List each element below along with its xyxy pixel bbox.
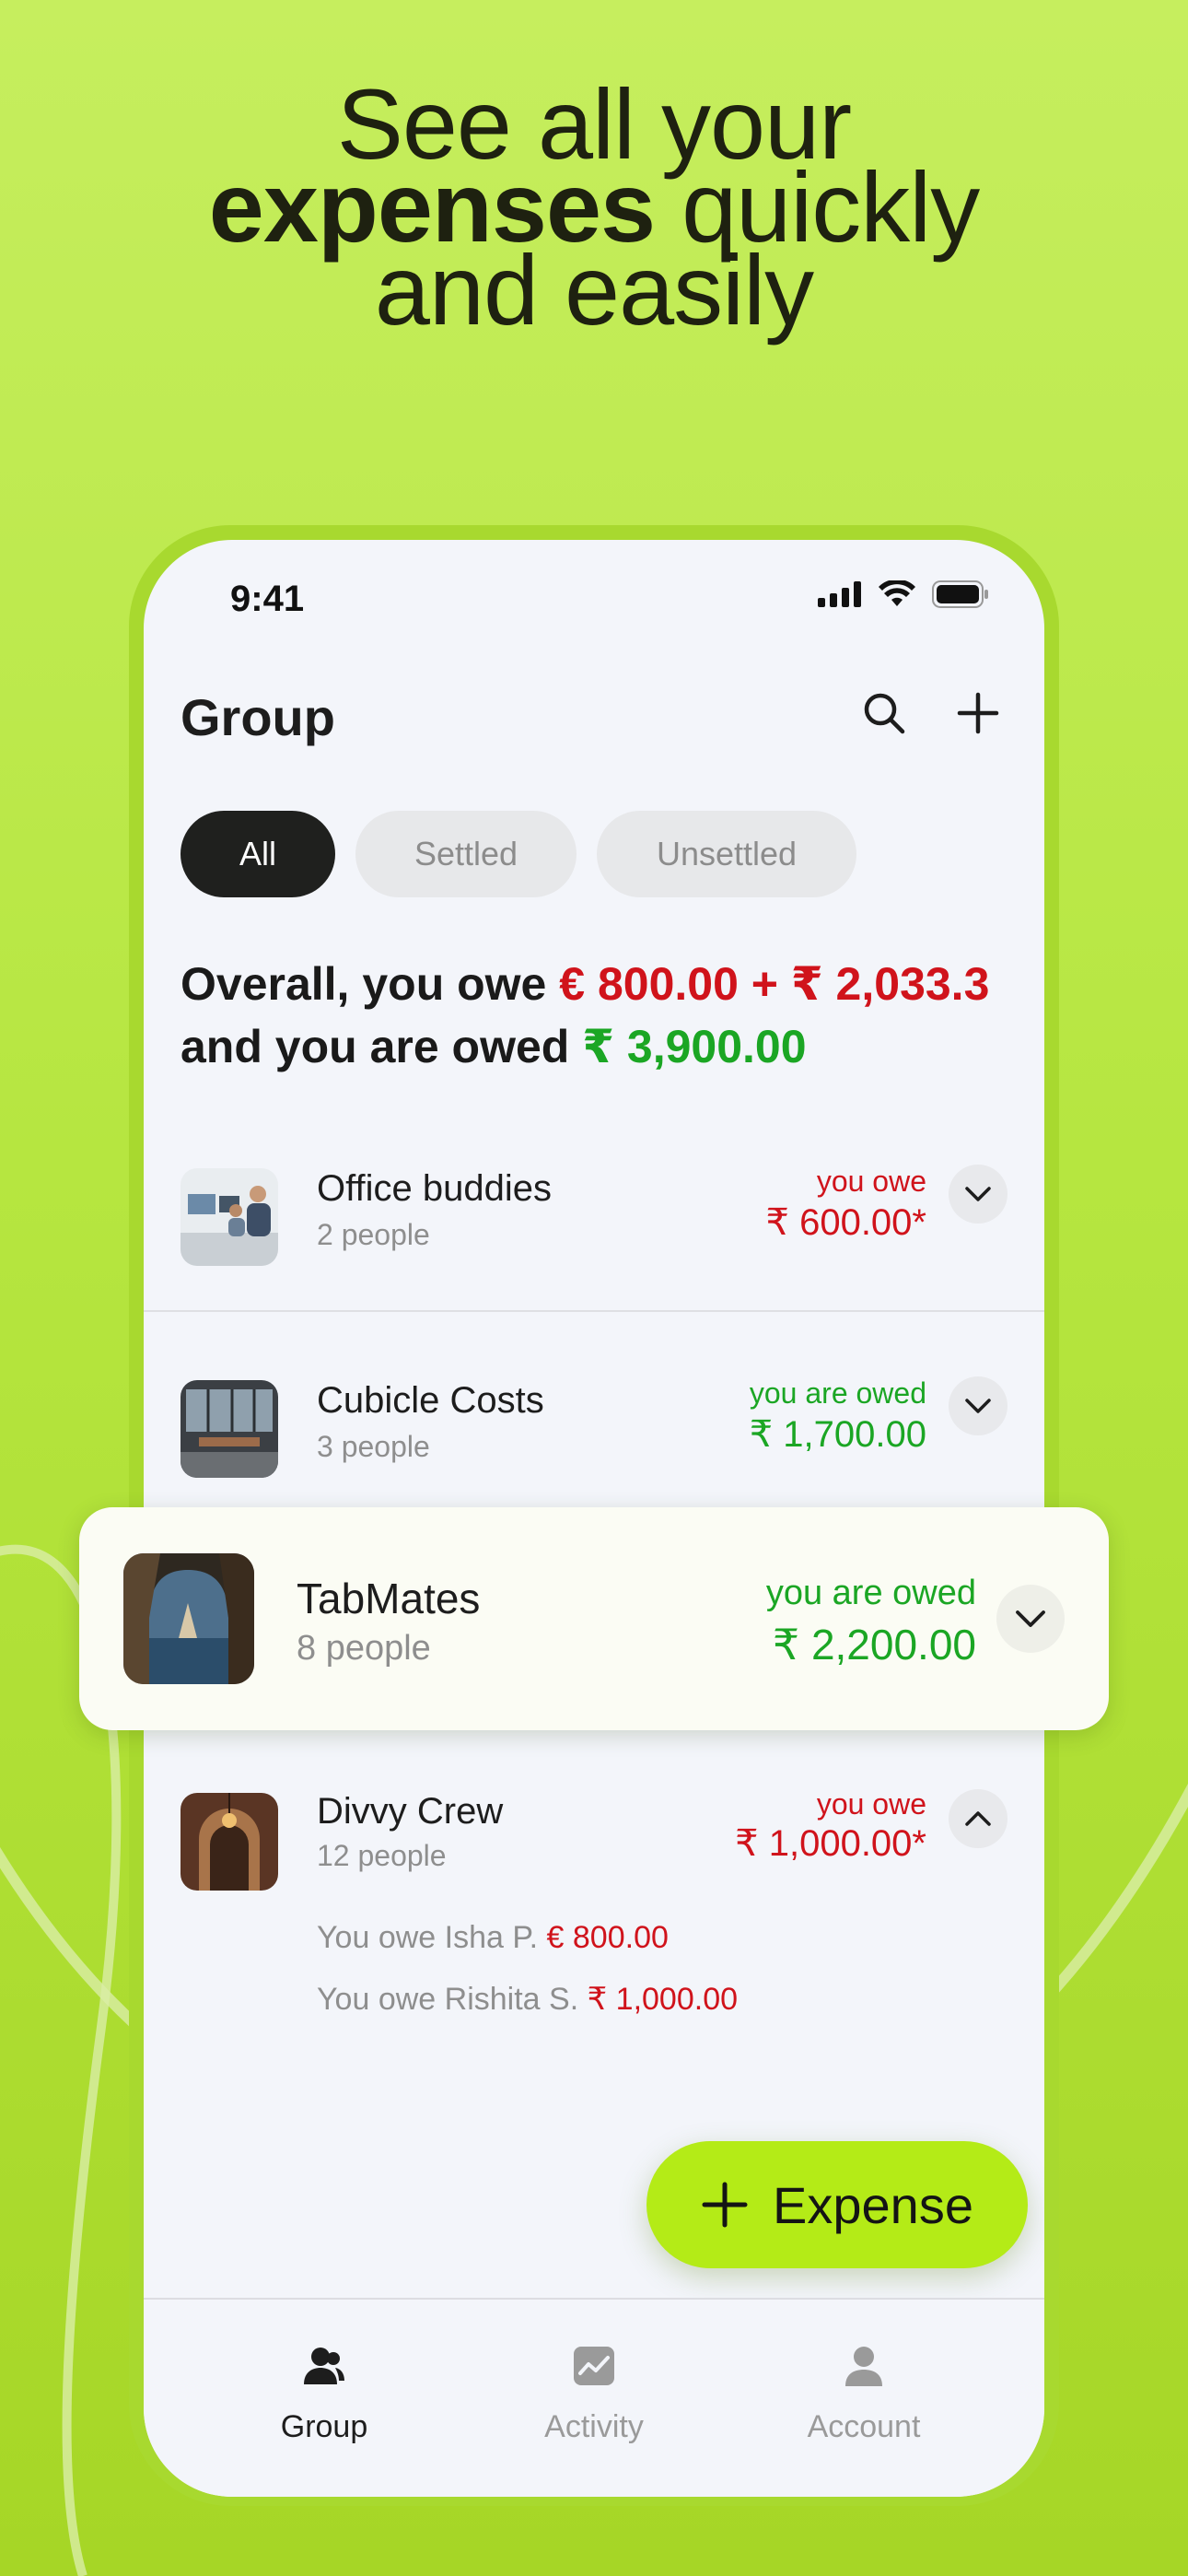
group-thumbnail (181, 1380, 278, 1478)
debt-detail-text: You owe Isha P. (317, 1920, 547, 1955)
plus-icon (702, 2182, 748, 2228)
debt-detail-text: You owe Rishita S. (317, 1982, 588, 2017)
headline-line-3: and easily (374, 234, 814, 345)
expand-button[interactable] (996, 1585, 1065, 1653)
group-thumbnail (181, 1168, 278, 1266)
status-icons (818, 580, 989, 608)
row-divider (144, 1310, 1044, 1312)
summary-prefix: Overall, you owe (181, 958, 560, 1010)
group-people-count: 12 people (317, 1839, 447, 1872)
nav-label: Account (807, 2409, 921, 2444)
group-row-tabmates[interactable]: TabMates 8 people you are owed ₹ 2,200.0… (79, 1507, 1109, 1730)
group-balance-amount: ₹ 600.00* (765, 1202, 926, 1243)
group-balance-status: you are owed (749, 1376, 926, 1410)
nav-label: Group (280, 2409, 368, 2444)
group-name: Office buddies (317, 1168, 552, 1209)
group-balance-amount: ₹ 1,000.00* (735, 1823, 926, 1864)
group-icon (304, 2348, 344, 2384)
add-group-button[interactable] (950, 685, 1006, 741)
debt-detail-line: You owe Isha P. € 800.00 (317, 1920, 669, 1956)
chevron-down-icon (965, 1187, 991, 1201)
account-icon (845, 2347, 882, 2386)
chevron-down-icon (1016, 1610, 1045, 1627)
summary-middle: and you are owed (181, 1021, 583, 1072)
plus-icon (957, 692, 999, 734)
debt-detail-amount: € 800.00 (546, 1920, 669, 1955)
debt-detail-line: You owe Rishita S. ₹ 1,000.00 (317, 1981, 738, 2018)
debt-detail-amount: ₹ 1,000.00 (587, 1982, 739, 2017)
group-thumbnail (181, 1793, 278, 1891)
filter-tabs: All Settled Unsettled (181, 811, 856, 897)
group-balance-amount: ₹ 1,700.00 (749, 1414, 926, 1455)
activity-icon (574, 2347, 614, 2385)
group-balance-status: you owe (816, 1165, 926, 1198)
chevron-down-icon (965, 1399, 991, 1413)
search-button[interactable] (856, 685, 912, 741)
add-expense-label: Expense (773, 2175, 973, 2234)
nav-item-account[interactable]: Account (753, 2346, 974, 2445)
group-row-divvy-crew[interactable]: Divvy Crew 12 people you owe ₹ 1,000.00*… (144, 1765, 1044, 2152)
tab-settled[interactable]: Settled (355, 811, 577, 897)
search-icon (864, 693, 905, 734)
group-name: TabMates (297, 1575, 481, 1622)
group-balance-amount: ₹ 2,200.00 (772, 1621, 976, 1669)
group-name: Divvy Crew (317, 1791, 504, 1832)
signal-icon (818, 581, 861, 607)
nav-item-group[interactable]: Group (214, 2346, 435, 2445)
collapse-button[interactable] (949, 1789, 1007, 1848)
summary-owed-amount: ₹ 3,900.00 (582, 1021, 807, 1072)
group-name: Cubicle Costs (317, 1380, 544, 1421)
group-balance-status: you are owed (765, 1574, 976, 1612)
tab-all[interactable]: All (181, 811, 335, 897)
wifi-icon (879, 580, 915, 606)
group-row-office-buddies[interactable]: Office buddies 2 people you owe ₹ 600.00… (144, 1126, 1044, 1338)
group-thumbnail (123, 1553, 254, 1684)
battery-icon (932, 580, 988, 608)
expand-button[interactable] (949, 1376, 1007, 1435)
summary-owe-amount: € 800.00 + ₹ 2,033.3 (559, 958, 990, 1010)
expand-button[interactable] (949, 1165, 1007, 1224)
group-people-count: 2 people (317, 1218, 430, 1251)
status-time: 9:41 (230, 579, 305, 619)
add-expense-button[interactable]: Expense (646, 2141, 1028, 2268)
group-people-count: 8 people (297, 1629, 431, 1668)
group-people-count: 3 people (317, 1430, 430, 1463)
group-balance-status: you owe (816, 1787, 926, 1821)
nav-item-activity[interactable]: Activity (483, 2346, 705, 2445)
tab-unsettled[interactable]: Unsettled (597, 811, 856, 897)
headline: See all your expenses quickly and easily (0, 75, 1188, 345)
bottom-nav: Group Activity Account (144, 2298, 1044, 2497)
page-title: Group (181, 688, 335, 746)
balance-summary: Overall, you owe € 800.00 + ₹ 2,033.3 an… (181, 953, 1028, 1078)
nav-label: Activity (544, 2409, 644, 2444)
chevron-up-icon (965, 1811, 991, 1826)
